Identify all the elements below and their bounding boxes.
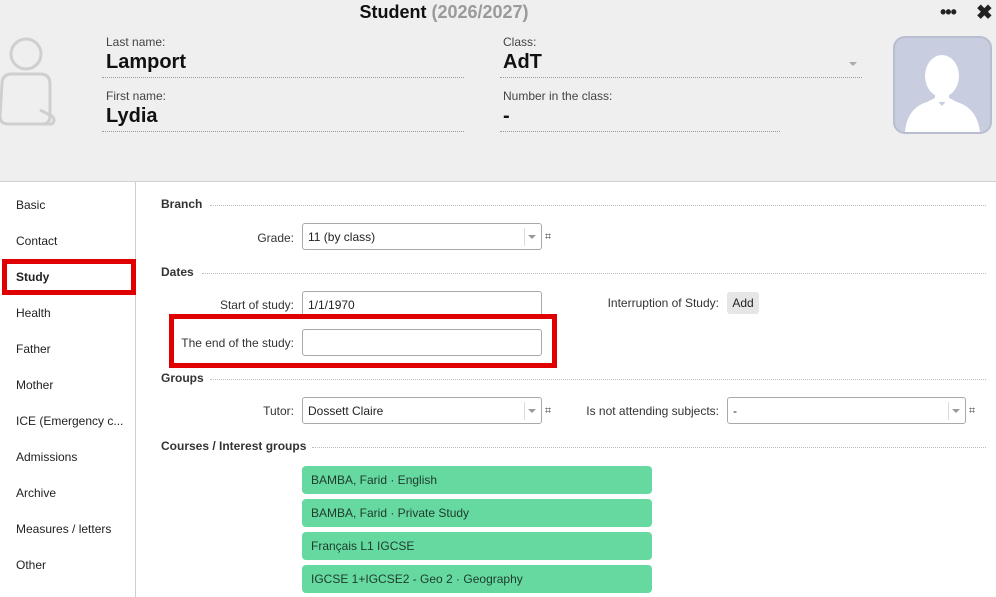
sidebar-item-admissions[interactable]: Admissions bbox=[16, 450, 131, 464]
sidebar-item-other[interactable]: Other bbox=[16, 558, 131, 572]
interruption-label: Interruption of Study: bbox=[607, 296, 719, 310]
sidebar-item-measures[interactable]: Measures / letters bbox=[16, 522, 131, 536]
course-chip[interactable]: BAMBA, Farid · English bbox=[302, 466, 652, 494]
school-year: (2026/2027) bbox=[431, 2, 529, 22]
not-attending-label: Is not attending subjects: bbox=[586, 404, 719, 418]
groups-section-title: Groups bbox=[161, 371, 204, 385]
last-name-underline bbox=[102, 77, 464, 78]
tutor-select[interactable]: Dossett Claire bbox=[302, 397, 542, 424]
select-separator bbox=[524, 228, 525, 246]
class-underline bbox=[500, 77, 862, 78]
dates-section-title: Dates bbox=[161, 265, 194, 279]
grade-select[interactable]: 11 (by class) bbox=[302, 223, 542, 250]
close-icon[interactable]: ✖ bbox=[976, 0, 993, 25]
sidebar: Basic Contact Study Health Father Mother… bbox=[0, 182, 136, 597]
more-dots-icon[interactable]: ••• bbox=[940, 2, 957, 23]
sidebar-item-contact[interactable]: Contact bbox=[16, 234, 131, 248]
class-label: Class: bbox=[503, 35, 537, 49]
tutor-hash-icon[interactable]: ⌗ bbox=[545, 405, 551, 418]
sidebar-item-ice[interactable]: ICE (Emergency c... bbox=[16, 414, 131, 428]
not-attending-select[interactable]: - bbox=[727, 397, 966, 424]
end-of-study-highlight-box bbox=[169, 314, 557, 368]
select-separator bbox=[948, 402, 949, 420]
class-value[interactable]: AdT bbox=[503, 51, 542, 74]
title-text: Student bbox=[359, 2, 427, 22]
select-separator bbox=[524, 402, 525, 420]
first-name-value: Lydia bbox=[106, 105, 158, 127]
not-attending-select-value: - bbox=[733, 404, 737, 418]
not-attending-hash-icon[interactable]: ⌗ bbox=[969, 405, 975, 418]
sidebar-item-health[interactable]: Health bbox=[16, 306, 131, 320]
study-highlight-box bbox=[2, 259, 136, 295]
start-of-study-label: Start of study: bbox=[219, 298, 294, 312]
grade-hash-icon[interactable]: ⌗ bbox=[545, 231, 551, 244]
grade-select-value: 11 (by class) bbox=[308, 230, 376, 244]
add-interruption-button[interactable]: Add bbox=[727, 292, 759, 314]
courses-divider bbox=[312, 447, 986, 448]
course-chip[interactable]: BAMBA, Farid · Private Study bbox=[302, 499, 652, 527]
groups-divider bbox=[210, 379, 986, 380]
number-underline bbox=[500, 131, 780, 132]
courses-section-title: Courses / Interest groups bbox=[161, 439, 307, 453]
last-name-value: Lamport bbox=[106, 51, 186, 73]
last-name-label: Last name: bbox=[106, 35, 166, 49]
course-chip[interactable]: IGCSE 1+IGCSE2 - Geo 2 · Geography bbox=[302, 565, 652, 593]
sidebar-item-basic[interactable]: Basic bbox=[16, 198, 131, 212]
branch-divider bbox=[210, 205, 986, 206]
chevron-down-icon bbox=[952, 409, 960, 413]
window-title: Student (2026/2027) bbox=[0, 2, 888, 23]
sidebar-item-archive[interactable]: Archive bbox=[16, 486, 131, 500]
course-chip[interactable]: Français L1 IGCSE bbox=[302, 532, 652, 560]
tutor-select-value: Dossett Claire bbox=[308, 404, 384, 418]
student-outline-icon bbox=[0, 37, 56, 126]
student-header: Student (2026/2027) ••• ✖ Last name: Lam… bbox=[0, 0, 996, 182]
dates-divider bbox=[202, 273, 986, 274]
chevron-down-icon bbox=[528, 409, 536, 413]
number-label: Number in the class: bbox=[503, 89, 613, 103]
person-silhouette-icon bbox=[905, 55, 980, 132]
branch-section-title: Branch bbox=[161, 197, 203, 211]
class-dropdown-icon[interactable] bbox=[849, 62, 857, 66]
chevron-down-icon bbox=[528, 235, 536, 239]
sidebar-item-mother[interactable]: Mother bbox=[16, 378, 131, 392]
first-name-label: First name: bbox=[106, 89, 167, 103]
student-photo[interactable] bbox=[893, 36, 992, 134]
sidebar-item-father[interactable]: Father bbox=[16, 342, 131, 356]
grade-label: Grade: bbox=[257, 231, 294, 245]
tutor-label: Tutor: bbox=[263, 404, 294, 418]
first-name-underline bbox=[102, 131, 464, 132]
number-value: - bbox=[503, 105, 510, 127]
